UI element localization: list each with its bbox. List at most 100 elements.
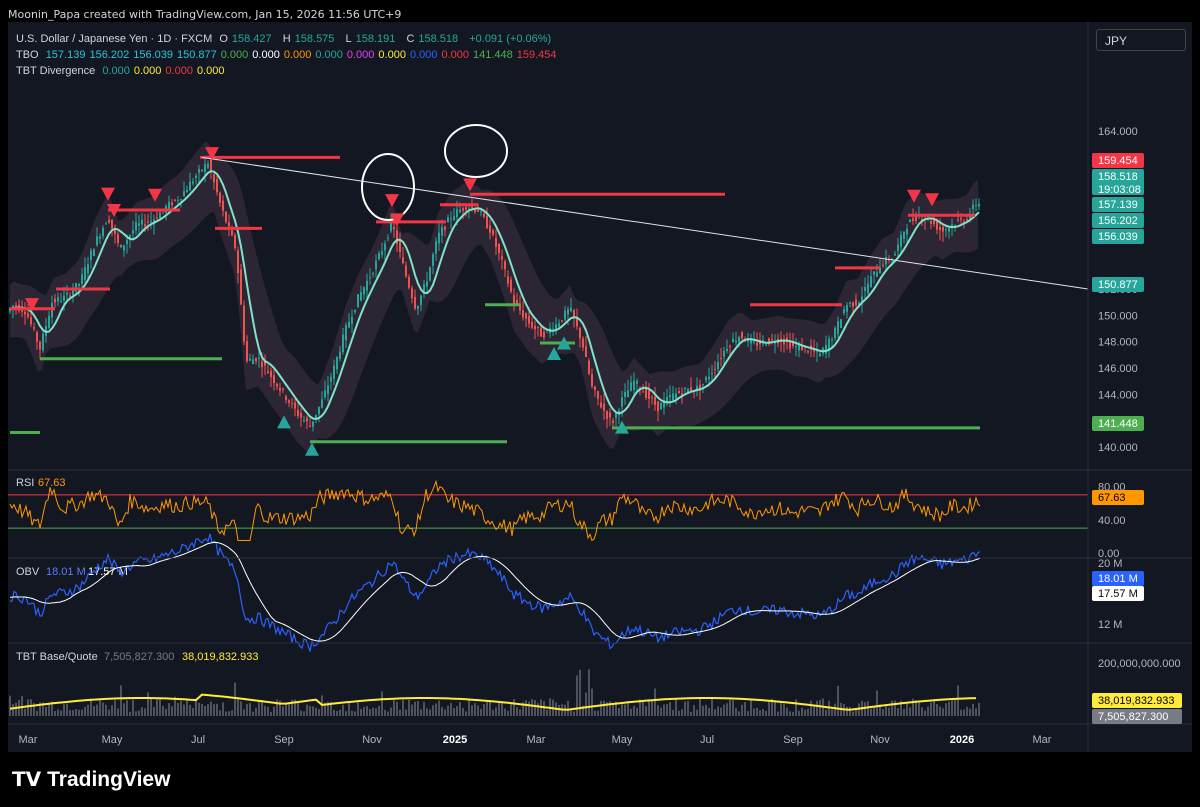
time-tick-label: Mar <box>527 734 546 746</box>
candle-body <box>825 344 827 354</box>
vol-tick-label: 200,000,000.000 <box>1098 658 1181 670</box>
candle-body <box>135 222 137 231</box>
candle-body <box>531 321 533 328</box>
tbo-value-7: 0.000 <box>315 49 343 61</box>
candle-body <box>33 327 35 329</box>
price-tick-label: 148.000 <box>1098 337 1138 349</box>
candle-body <box>627 390 629 398</box>
candle-body <box>246 341 248 361</box>
candle-body <box>849 302 851 304</box>
candle-body <box>243 305 245 342</box>
candle-body <box>495 237 497 247</box>
tbo-value-6: 0.000 <box>283 49 312 61</box>
candle-body <box>150 221 152 223</box>
obv-last-label: 18.01 M <box>1098 573 1138 585</box>
candle-body <box>561 320 563 322</box>
candle-body <box>72 290 74 296</box>
candle-body <box>870 276 872 287</box>
candle-body <box>465 206 467 210</box>
candle-body <box>735 340 737 343</box>
candle-body <box>306 417 308 422</box>
candle-body <box>348 321 350 328</box>
candle-body <box>342 334 344 353</box>
candle-body <box>669 395 671 398</box>
candle-body <box>492 230 494 235</box>
candle-body <box>267 371 269 374</box>
obv-value: 18.01 M <box>46 566 86 578</box>
candle-body <box>762 340 764 342</box>
candle-body <box>408 276 410 288</box>
tbo-value-3: 150.877 <box>176 49 217 61</box>
h-label: H <box>282 33 291 45</box>
candle-body <box>189 181 191 191</box>
candle-body <box>297 410 299 417</box>
candle-body <box>207 163 209 168</box>
candle-body <box>633 380 635 390</box>
tbo-value-12: 141.448 <box>473 49 513 61</box>
candle-body <box>570 307 572 312</box>
candle-body <box>894 254 896 256</box>
candle-body <box>369 277 371 279</box>
candle-body <box>537 326 539 328</box>
candle-body <box>459 209 461 213</box>
candle-body <box>483 213 485 217</box>
candle-body <box>942 226 944 232</box>
candle-body <box>441 227 443 236</box>
tbo-value-11: 0.000 <box>441 49 469 61</box>
candle-body <box>336 357 338 370</box>
last-value-label: 159.454 <box>1098 155 1138 167</box>
candle-body <box>90 250 92 261</box>
l-label: L <box>345 33 352 45</box>
tbo-values: 157.139 156.202 156.039 150.877 0.000 0.000 0.… <box>46 49 561 61</box>
candle-body <box>903 232 905 240</box>
price-tick-label: 150.000 <box>1098 310 1138 322</box>
currency-select[interactable]: JPY <box>1096 29 1186 51</box>
candle-body <box>636 380 638 384</box>
candle-body <box>126 240 128 245</box>
candle-body <box>255 358 257 362</box>
candle-body <box>225 211 227 223</box>
candle-body <box>195 175 197 178</box>
candle-body <box>333 365 335 379</box>
candle-body <box>522 310 524 318</box>
candle-body <box>876 272 878 277</box>
candle-body <box>960 218 962 220</box>
candle-body <box>504 261 506 270</box>
candle-body <box>930 220 932 224</box>
candle-body <box>111 219 113 229</box>
candle-body <box>324 390 326 398</box>
tbo-legend: TBO 157.139 156.202 156.039 150.877 0.000 0.0… <box>16 49 565 61</box>
candle-body <box>204 164 206 173</box>
chart-canvas[interactable]: RSI 67.63 OBV 18.01 M 17.57 M TBT Base/Quot… <box>0 0 1200 807</box>
candle-body <box>456 209 458 217</box>
candle-body <box>30 317 32 325</box>
candle-body <box>93 249 95 257</box>
tbo-value-1: 156.202 <box>89 49 130 61</box>
candle-body <box>612 420 614 424</box>
candle-body <box>99 236 101 239</box>
candle-body <box>594 386 596 391</box>
candle-body <box>429 267 431 281</box>
vol-title: TBT Base/Quote <box>16 651 98 663</box>
candle-body <box>528 315 530 324</box>
candle-body <box>138 223 140 226</box>
candle-body <box>240 269 242 305</box>
candle-body <box>723 350 725 357</box>
candle-body <box>273 375 275 384</box>
time-tick-label: Sep <box>274 734 294 746</box>
candle-body <box>501 256 503 260</box>
candle-body <box>420 295 422 305</box>
candle-body <box>654 397 656 405</box>
open-value: 158.427 <box>231 33 272 45</box>
candle-body <box>36 332 38 342</box>
candle-body <box>183 191 185 196</box>
candle-body <box>660 402 662 410</box>
price-tick-label: 146.000 <box>1098 363 1138 375</box>
candle-body <box>603 403 605 411</box>
candle-body <box>405 265 407 277</box>
candle-body <box>234 235 236 248</box>
candle-body <box>957 219 959 221</box>
candle-body <box>726 348 728 352</box>
candle-body <box>366 280 368 291</box>
time-tick-label: May <box>102 734 123 746</box>
